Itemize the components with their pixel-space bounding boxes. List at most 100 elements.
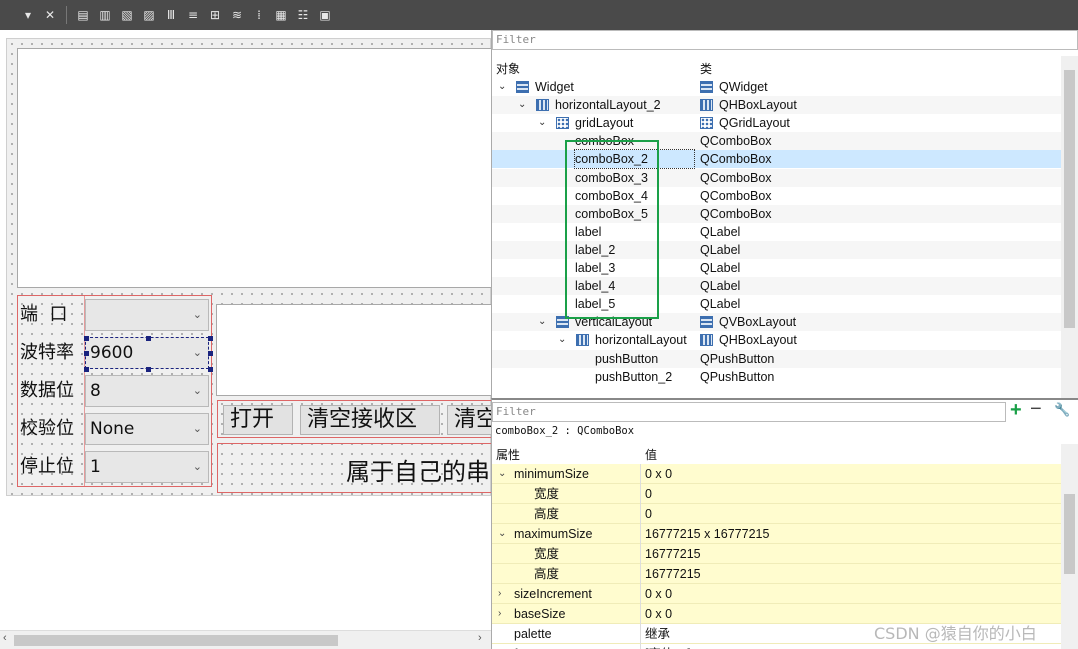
object-tree-scrollbar[interactable] [1061, 56, 1078, 398]
class-name: QLabel [700, 279, 741, 294]
property-name: 高度 [534, 567, 560, 581]
combo-box[interactable]: 9600 ⌄ [84, 336, 213, 372]
resize-handle[interactable] [146, 336, 151, 341]
property-value[interactable]: 16777215 [645, 544, 701, 564]
property-row[interactable]: ⌄ minimumSize 0 x 0 [492, 464, 1061, 484]
class-name: QLabel [700, 297, 741, 312]
property-row[interactable]: 宽度 0 [492, 484, 1061, 504]
property-value[interactable]: 0 [645, 504, 652, 524]
close-icon[interactable]: ✕ [42, 7, 58, 23]
tree-row-horizontalLayout-2[interactable]: ⌄ horizontalLayout_2 QHBoxLayout [492, 96, 1061, 115]
grid-label: 波特率 [20, 342, 74, 363]
expand-arrow-icon[interactable]: ⌄ [498, 464, 506, 484]
receive-text-edit[interactable] [17, 48, 491, 288]
layout-icon[interactable]: ▥ [97, 7, 113, 23]
expand-arrow-icon[interactable]: › [498, 584, 501, 604]
resize-handle[interactable] [84, 336, 89, 341]
expand-arrow-icon[interactable]: ⌄ [538, 313, 546, 331]
property-value[interactable]: 继承 [645, 624, 670, 644]
expand-arrow-icon[interactable]: ⌄ [518, 96, 526, 114]
grid-layout-icon[interactable]: ⁞ [251, 7, 267, 23]
tree-row-gridLayout[interactable]: ⌄ gridLayout QGridLayout [492, 114, 1061, 132]
vertical-layout-icon[interactable]: ≡ [185, 7, 201, 23]
expand-arrow-icon[interactable]: ⌄ [538, 114, 546, 132]
break-layout-icon[interactable]: ▧ [119, 7, 135, 23]
tree-row-horizontalLayout[interactable]: ⌄ horizontalLayout QHBoxLayout [492, 331, 1061, 349]
form-widget[interactable]: 端 口 ⌄ 波特率 9600 ⌄ 数据位 8 ⌄ 校验位 None ⌄ 停止位 1 ⌄ 打开 清空接收区 … [6, 38, 491, 496]
value-column-header[interactable]: 值 [645, 446, 657, 463]
button-layout[interactable]: 打开 清空接收区 清空 [217, 400, 491, 438]
grid-layout[interactable]: 端 口 ⌄ 波特率 9600 ⌄ 数据位 8 ⌄ 校验位 None ⌄ 停止位 1 ⌄ [17, 295, 213, 487]
class-name: QComboBox [700, 206, 772, 221]
object-column-header[interactable]: 对象 [496, 60, 520, 77]
property-row[interactable]: 宽度 16777215 [492, 544, 1061, 564]
property-value[interactable]: 0 x 0 [645, 464, 672, 484]
clear-receive-button[interactable]: 清空接收区 [300, 405, 440, 435]
resize-handle[interactable] [84, 351, 89, 356]
property-row[interactable]: 高度 0 [492, 504, 1061, 524]
expand-arrow-icon[interactable]: ⌄ [558, 331, 566, 349]
bottom-label: 属于自己的串 [346, 458, 490, 486]
property-row[interactable]: 高度 16777215 [492, 564, 1061, 584]
expand-arrow-icon[interactable]: › [498, 604, 501, 624]
clear-send-button[interactable]: 清空 [447, 405, 491, 435]
property-row[interactable]: font [宋体, 9] [492, 644, 1061, 649]
property-value[interactable]: 0 x 0 [645, 584, 672, 604]
scroll-thumb[interactable] [14, 635, 338, 646]
layout-icon[interactable]: ▤ [75, 7, 91, 23]
splitter-h-icon[interactable]: ⊞ [207, 7, 223, 23]
chevron-down-icon[interactable]: ⌄ [193, 300, 202, 330]
adjust-size-icon[interactable]: ▨ [141, 7, 157, 23]
property-value[interactable]: 16777215 x 16777215 [645, 524, 769, 544]
grid-layout-icon [556, 117, 569, 130]
designer-toolbar: ▾ ✕ ▤ ▥ ▧ ▨ Ⅲ ≡ ⊞ ≋ ⁞ ▦ ☷ ▣ [0, 0, 1078, 30]
splitter-v-icon[interactable]: ≋ [229, 7, 245, 23]
scroll-thumb[interactable] [1064, 494, 1075, 574]
property-scrollbar[interactable] [1061, 444, 1078, 649]
scroll-right-icon[interactable]: › [478, 632, 482, 644]
property-column-header[interactable]: 属性 [496, 446, 520, 463]
horizontal-layout-icon[interactable]: Ⅲ [163, 7, 179, 23]
remove-property-icon[interactable]: − [1030, 398, 1042, 421]
object-filter-input[interactable]: Filter [492, 30, 1078, 50]
property-value[interactable]: [宋体, 9] [645, 644, 691, 649]
property-name: sizeIncrement [514, 587, 592, 601]
combo-box[interactable]: None ⌄ [85, 413, 209, 445]
break-icon[interactable]: ☷ [295, 7, 311, 23]
chevron-down-icon[interactable]: ⌄ [193, 414, 202, 444]
preview-icon[interactable]: ▣ [317, 7, 333, 23]
property-value[interactable]: 16777215 [645, 564, 701, 584]
expand-arrow-icon[interactable]: ⌄ [498, 78, 506, 96]
tree-row-pushButton[interactable]: pushButton QPushButton [492, 349, 1061, 368]
property-row[interactable]: › sizeIncrement 0 x 0 [492, 584, 1061, 604]
property-value[interactable]: 0 x 0 [645, 604, 672, 624]
class-name: QLabel [700, 261, 741, 275]
chevron-down-icon[interactable]: ⌄ [193, 376, 202, 406]
tree-row-Widget[interactable]: ⌄ Widget QWidget [492, 78, 1061, 96]
combo-box[interactable]: ⌄ [85, 299, 209, 331]
send-text-edit[interactable] [216, 304, 491, 396]
property-value[interactable]: 0 [645, 484, 652, 504]
horizontal-scrollbar[interactable]: ‹ › [0, 630, 491, 649]
combo-box[interactable]: 1 ⌄ [85, 451, 209, 483]
combo-box[interactable]: 8 ⌄ [85, 375, 209, 407]
column-divider [640, 624, 641, 644]
configure-icon[interactable]: 🔧 [1054, 402, 1070, 418]
property-row[interactable]: ⌄ maximumSize 16777215 x 16777215 [492, 524, 1061, 544]
class-column-header[interactable]: 类 [700, 60, 712, 77]
grid-label: 数据位 [20, 380, 74, 401]
object-name: horizontalLayout [595, 333, 687, 348]
chevron-down-icon[interactable]: ⌄ [193, 452, 202, 482]
scroll-left-icon[interactable]: ‹ [3, 632, 7, 644]
open-button[interactable]: 打开 [223, 405, 293, 435]
tree-row-pushButton-2[interactable]: pushButton_2 QPushButton [492, 368, 1061, 386]
dropdown-arrow-icon[interactable]: ▾ [20, 7, 36, 23]
resize-handle[interactable] [208, 351, 213, 356]
resize-handle[interactable] [208, 336, 213, 341]
add-property-icon[interactable]: + [1010, 399, 1022, 422]
expand-arrow-icon[interactable]: ⌄ [498, 524, 506, 544]
form-layout-icon[interactable]: ▦ [273, 7, 289, 23]
chevron-down-icon[interactable]: ⌄ [193, 338, 202, 368]
property-filter-input[interactable]: Filter [492, 402, 1006, 422]
scroll-thumb[interactable] [1064, 70, 1075, 328]
